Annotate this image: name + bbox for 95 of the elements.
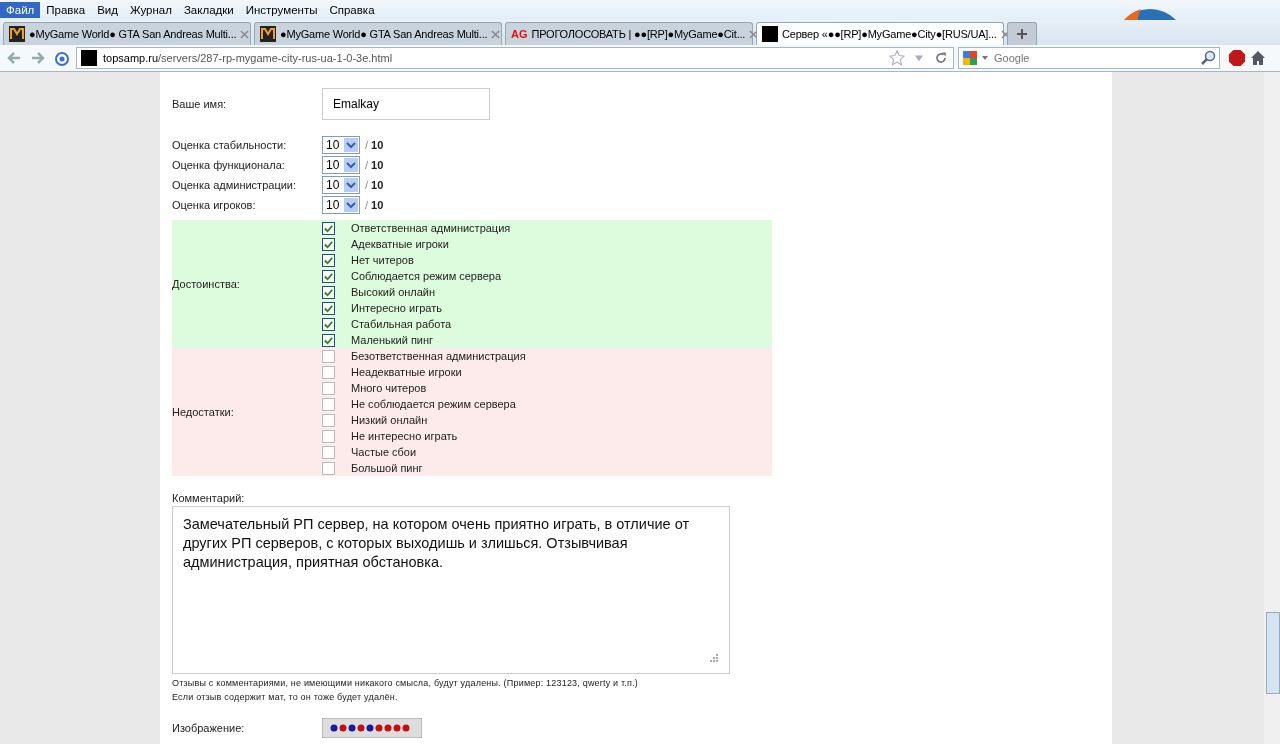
menu-item[interactable]: Вид	[91, 2, 124, 18]
menu-item[interactable]: Правка	[40, 2, 92, 18]
home-icon[interactable]	[1250, 50, 1266, 66]
checkbox-label: Большой пинг	[351, 462, 423, 474]
checkbox[interactable]	[322, 333, 335, 347]
checkbox[interactable]	[322, 349, 335, 363]
checkbox-label: Неадекватные игроки	[351, 366, 462, 378]
checkbox-label: Стабильная работа	[351, 318, 452, 330]
browser-tab[interactable]: Сервер «●●[RP]●MyGame●City●[RUS/UA]...	[756, 22, 1004, 45]
checkbox[interactable]	[322, 221, 335, 235]
scrollbar-thumb[interactable]	[1266, 612, 1280, 694]
group-label: Достоинства:	[172, 278, 241, 290]
max-score: 10	[371, 139, 384, 151]
spiral-icon[interactable]	[54, 50, 70, 66]
adblock-icon[interactable]	[1228, 49, 1246, 67]
checkbox-label: Ответственная администрация	[351, 222, 511, 234]
score-separator: /	[365, 139, 369, 151]
resize-grip-icon[interactable]	[709, 653, 719, 663]
field-label: Ваше имя:	[172, 98, 228, 110]
note-text: Если отзыв содержит мат, то он тоже будет удалён.	[172, 692, 399, 702]
browser-tab[interactable]: ●MyGame World● GTA San Andreas Multi...	[254, 22, 502, 45]
reload-icon[interactable]	[933, 50, 949, 66]
close-icon[interactable]	[749, 29, 759, 39]
menu-item[interactable]: Справка	[323, 2, 381, 18]
favicon-icon	[9, 26, 25, 42]
url-text: topsamp.ru/servers/287-rp-mygame-city-rus-ua-1-0-3e.html	[103, 52, 394, 64]
menu-item[interactable]: Журнал	[123, 2, 178, 18]
checkbox[interactable]	[322, 237, 335, 251]
checkbox[interactable]	[322, 429, 335, 443]
close-icon[interactable]	[240, 29, 250, 39]
favicon-icon	[260, 26, 276, 42]
field-label: Оценка администрации:	[172, 179, 298, 191]
checkbox[interactable]	[322, 461, 335, 475]
group-label: Недостатки:	[172, 406, 235, 418]
favicon-icon: AG	[511, 28, 528, 40]
address-field[interactable]: topsamp.ru/servers/287-rp-mygame-city-rus-ua-1-0-3e.html	[76, 47, 954, 69]
checkbox[interactable]	[322, 381, 335, 395]
close-icon[interactable]	[1000, 29, 1010, 39]
scrollbar[interactable]	[1264, 72, 1280, 744]
new-tab-button[interactable]	[1007, 22, 1037, 45]
checkbox-label: Не соблюдается режим сервера	[351, 398, 516, 410]
menu-item[interactable]: Файл	[0, 2, 41, 18]
back-icon[interactable]	[6, 50, 22, 66]
field-label: Оценка игроков:	[172, 199, 257, 211]
close-icon[interactable]	[491, 29, 501, 39]
checkbox-label: Высокий онлайн	[351, 286, 436, 298]
rating-select[interactable]: 10	[322, 176, 360, 194]
star-icon[interactable]	[889, 50, 905, 66]
checkbox-label: Нет читеров	[351, 254, 414, 266]
name-field[interactable]: Emalkay	[322, 88, 490, 120]
favicon-icon	[762, 26, 778, 42]
max-score: 10	[371, 179, 384, 191]
checkbox[interactable]	[322, 269, 335, 283]
rating-select[interactable]: 10	[322, 156, 360, 174]
browser-tab[interactable]: AG ПРОГОЛОСОВАТЬ | ●●[RP]●MyGame●Cit...	[505, 22, 753, 45]
checkbox-label: Соблюдается режим сервера	[351, 270, 502, 282]
score-separator: /	[365, 179, 369, 191]
checkbox-label: Частые сбои	[351, 446, 417, 458]
rating-select[interactable]: 10	[322, 136, 360, 154]
dropdown-icon[interactable]	[981, 54, 989, 62]
score-separator: /	[365, 199, 369, 211]
browser-tab[interactable]: ●MyGame World● GTA San Andreas Multi...	[3, 22, 251, 45]
checkbox-label: Интересно играть	[351, 302, 442, 314]
favicon-icon	[81, 50, 97, 66]
search-icon[interactable]	[1200, 50, 1216, 66]
checkbox-label: Не интересно играть	[351, 430, 458, 442]
checkbox[interactable]	[322, 445, 335, 459]
checkbox[interactable]	[322, 317, 335, 331]
field-label: Комментарий:	[172, 492, 246, 504]
score-separator: /	[365, 159, 369, 171]
menu-item[interactable]: Инструменты	[239, 2, 324, 18]
checkbox[interactable]	[322, 301, 335, 315]
checkbox-label: Адекватные игроки	[351, 238, 449, 250]
checkbox-label: Маленький пинг	[351, 334, 434, 346]
search-bar[interactable]: Google	[958, 47, 1220, 69]
checkbox-label: Низкий онлайн	[351, 414, 428, 426]
google-icon	[962, 50, 978, 66]
forward-icon[interactable]	[30, 50, 46, 66]
rating-select[interactable]: 10	[322, 196, 360, 214]
field-label: Изображение:	[172, 722, 246, 734]
checkbox[interactable]	[322, 397, 335, 411]
max-score: 10	[371, 199, 384, 211]
menu-item[interactable]: Закладки	[177, 2, 240, 18]
field-label: Оценка стабильности:	[172, 139, 288, 151]
checkbox-label: Много читеров	[351, 382, 427, 394]
checkbox-label: Безответственная администрация	[351, 350, 526, 362]
checkbox[interactable]	[322, 253, 335, 267]
field-label: Оценка функционала:	[172, 159, 286, 171]
checkbox[interactable]	[322, 365, 335, 379]
plus-icon	[1016, 28, 1028, 40]
max-score: 10	[371, 159, 384, 171]
checkbox[interactable]	[322, 413, 335, 427]
comment-field[interactable]: Замечательный РП сервер, на котором очень приятно играть, в отличие от других РП серверов, с которых выходишь и злишься. Отзывчивая администрация, приятная обстановка.	[172, 506, 730, 674]
checkbox[interactable]	[322, 285, 335, 299]
note-text: Отзывы с комментариями, не имеющими никакого смысла, будут удалены. (Пример: 123123, qwerty и т.п.)	[172, 678, 640, 688]
